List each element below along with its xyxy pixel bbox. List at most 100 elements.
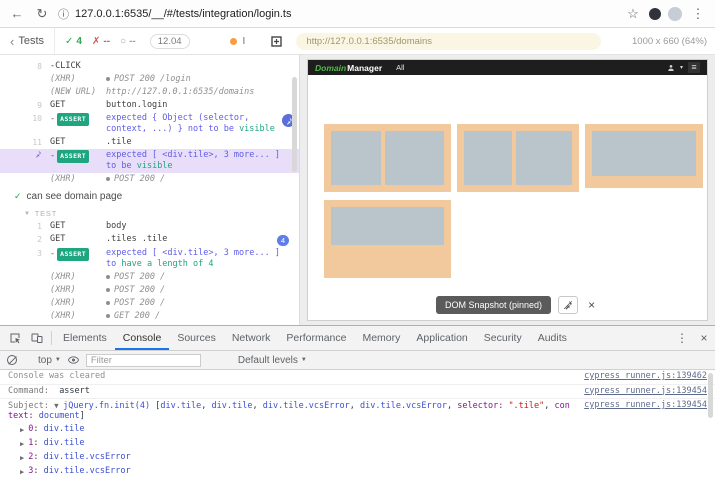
console-message[interactable]: Command: assertcypress_runner.js:139454 (0, 385, 715, 400)
snapshot-controls: DOM Snapshot (pinned) × (436, 296, 598, 314)
test-title[interactable]: ✓can see domain page (0, 186, 299, 206)
browser-menu-icon[interactable]: ⋮ (689, 6, 707, 22)
expand-caret-icon[interactable]: ▶ (20, 468, 24, 478)
devtools-tab-network[interactable]: Network (224, 326, 279, 350)
app-logo-accent[interactable]: Domain (315, 63, 346, 73)
app-tile[interactable] (324, 200, 451, 278)
eye-icon[interactable] (68, 356, 79, 364)
divider (51, 331, 52, 345)
tests-back-button[interactable]: ‹ Tests (0, 28, 55, 54)
page-info-icon[interactable]: ⓘ (58, 6, 69, 22)
expand-caret-icon[interactable]: ▶ (20, 454, 24, 464)
app-navbar: Domain Manager All ▾ ≡ (308, 60, 707, 75)
aut-url-bar[interactable]: http://127.0.0.1:6535/domains (296, 33, 601, 50)
tile-content-placeholder (592, 131, 696, 176)
app-logo[interactable]: Manager (347, 63, 382, 73)
xhr-label: (NEW URL) (50, 87, 106, 98)
command-args: button.login (106, 100, 295, 111)
expand-caret-icon[interactable]: ▶ (20, 426, 24, 436)
command-row[interactable]: 2GET.tiles .tile4 (0, 233, 299, 247)
command-row[interactable]: 8-CLICK (0, 60, 299, 73)
line-number: 3 (28, 248, 42, 259)
reporter-scrollbar[interactable] (292, 77, 297, 172)
xhr-label: (XHR) (50, 174, 106, 185)
bookmark-star-icon[interactable]: ☆ (624, 6, 642, 22)
tile-content-placeholder (331, 207, 444, 245)
device-toolbar-icon[interactable] (26, 326, 48, 350)
close-snapshot-button[interactable]: × (585, 298, 598, 312)
profile-avatar[interactable] (668, 7, 682, 21)
console-source-link[interactable]: cypress_runner.js:139462 (574, 372, 707, 382)
console-message[interactable]: ▶3: div.tile.vcsError (0, 465, 715, 479)
chevron-down-icon: ▼ (301, 357, 307, 363)
devtools-tab-application[interactable]: Application (408, 326, 475, 350)
snapshot-pinned-label: DOM Snapshot (pinned) (436, 296, 551, 314)
selector-playground-icon[interactable] (271, 36, 282, 47)
devtools-menu-icon[interactable]: ⋮ (671, 326, 693, 350)
console-message[interactable]: Subject: ▼ jQuery.fn.init(4) [div.tile, … (0, 399, 715, 423)
console-toolbar: top▼ Default levels▼ (0, 351, 715, 370)
app-tile[interactable] (324, 124, 451, 192)
devtools-tab-elements[interactable]: Elements (55, 326, 115, 350)
omnibox[interactable]: ⓘ 127.0.0.1:6535/__/#/tests/integration/… (58, 6, 617, 22)
app-menu-icon[interactable]: ≡ (688, 62, 700, 73)
devtools-tab-console[interactable]: Console (115, 326, 170, 350)
console-message[interactable]: Console was clearedcypress_runner.js:139… (0, 370, 715, 385)
back-icon[interactable]: ← (8, 6, 26, 21)
url-text: 127.0.0.1:6535/__/#/tests/integration/lo… (75, 8, 292, 20)
xhr-text: POST 200 / (106, 298, 295, 309)
app-nav-all[interactable]: All (396, 63, 404, 72)
circle-icon: ○ (120, 36, 126, 47)
log-row-xhr[interactable]: (XHR)POST 200 / (0, 284, 299, 297)
status-dot (106, 288, 110, 292)
console-filter-input[interactable] (86, 354, 201, 367)
log-row-xhr[interactable]: (XHR)POST 200 / (0, 297, 299, 310)
console-scrollbar[interactable] (708, 373, 713, 418)
log-row-xhr[interactable]: (NEW URL)http://127.0.0.1:6535/domains (0, 86, 299, 99)
log-row-xhr[interactable]: (XHR)POST 200 /login (0, 73, 299, 86)
log-levels-dropdown[interactable]: Default levels▼ (238, 355, 307, 366)
xhr-text: GET 200 / (106, 311, 295, 322)
log-row-xhr[interactable]: (XHR)GET 200 / (0, 310, 299, 323)
context-selector[interactable]: top▼ (38, 355, 61, 366)
aut-url-text: http://127.0.0.1:6535/domains (306, 36, 432, 47)
console-message[interactable]: ▶0: div.tile (0, 423, 715, 437)
assert-row[interactable]: -ASSERTexpected [ <div.tile>, 3 more... … (0, 149, 299, 173)
text-cursor-icon: I (243, 36, 246, 47)
expand-caret-icon[interactable]: ▶ (20, 440, 24, 450)
test-passed-icon: ✓ (14, 191, 22, 202)
app-tile[interactable] (457, 124, 579, 192)
console-message[interactable]: ▶1: div.tile (0, 437, 715, 451)
unpin-snapshot-button[interactable] (558, 296, 578, 314)
user-icon[interactable] (667, 64, 675, 72)
assert-row[interactable]: 3-ASSERTexpected [ <div.tile>, 3 more...… (0, 247, 299, 271)
devtools-tab-audits[interactable]: Audits (530, 326, 575, 350)
log-row-xhr[interactable]: (XHR)POST 200 / (0, 271, 299, 284)
app-tile[interactable] (585, 124, 703, 188)
assert-row[interactable]: 10-ASSERTexpected { Object (selector, co… (0, 112, 299, 136)
extension-icon[interactable] (649, 8, 661, 20)
reload-icon[interactable]: ↻ (33, 6, 51, 22)
status-dot (106, 177, 110, 181)
inspect-element-icon[interactable] (4, 326, 26, 350)
devtools-tab-memory[interactable]: Memory (354, 326, 408, 350)
console-message[interactable]: ▶2: div.tile.vcsError (0, 451, 715, 465)
devtools-tab-performance[interactable]: Performance (278, 326, 354, 350)
devtools-tab-security[interactable]: Security (476, 326, 530, 350)
tile-content-placeholder (516, 131, 572, 185)
command-row[interactable]: 9GETbutton.login (0, 99, 299, 112)
clear-console-icon[interactable] (7, 355, 17, 365)
console-source-link[interactable]: cypress_runner.js:139454 (574, 401, 707, 411)
xhr-text: POST 200 / (106, 174, 295, 185)
log-row-xhr[interactable]: (XHR)POST 200 / (0, 173, 299, 186)
devtools-tab-sources[interactable]: Sources (169, 326, 224, 350)
console-source-link[interactable]: cypress_runner.js:139454 (574, 387, 707, 397)
command-row[interactable]: 1GETbody (0, 220, 299, 233)
runner-main: 8-CLICK(XHR)POST 200 /login(NEW URL)http… (0, 55, 715, 325)
command-row[interactable]: 11GET.tile (0, 136, 299, 149)
status-dot (106, 314, 110, 318)
attempt-section-header[interactable]: ▼TEST (0, 206, 299, 220)
app-nav-right: ▾ ≡ (667, 62, 700, 73)
xhr-label: (XHR) (50, 298, 106, 309)
devtools-close-icon[interactable]: × (693, 326, 715, 350)
